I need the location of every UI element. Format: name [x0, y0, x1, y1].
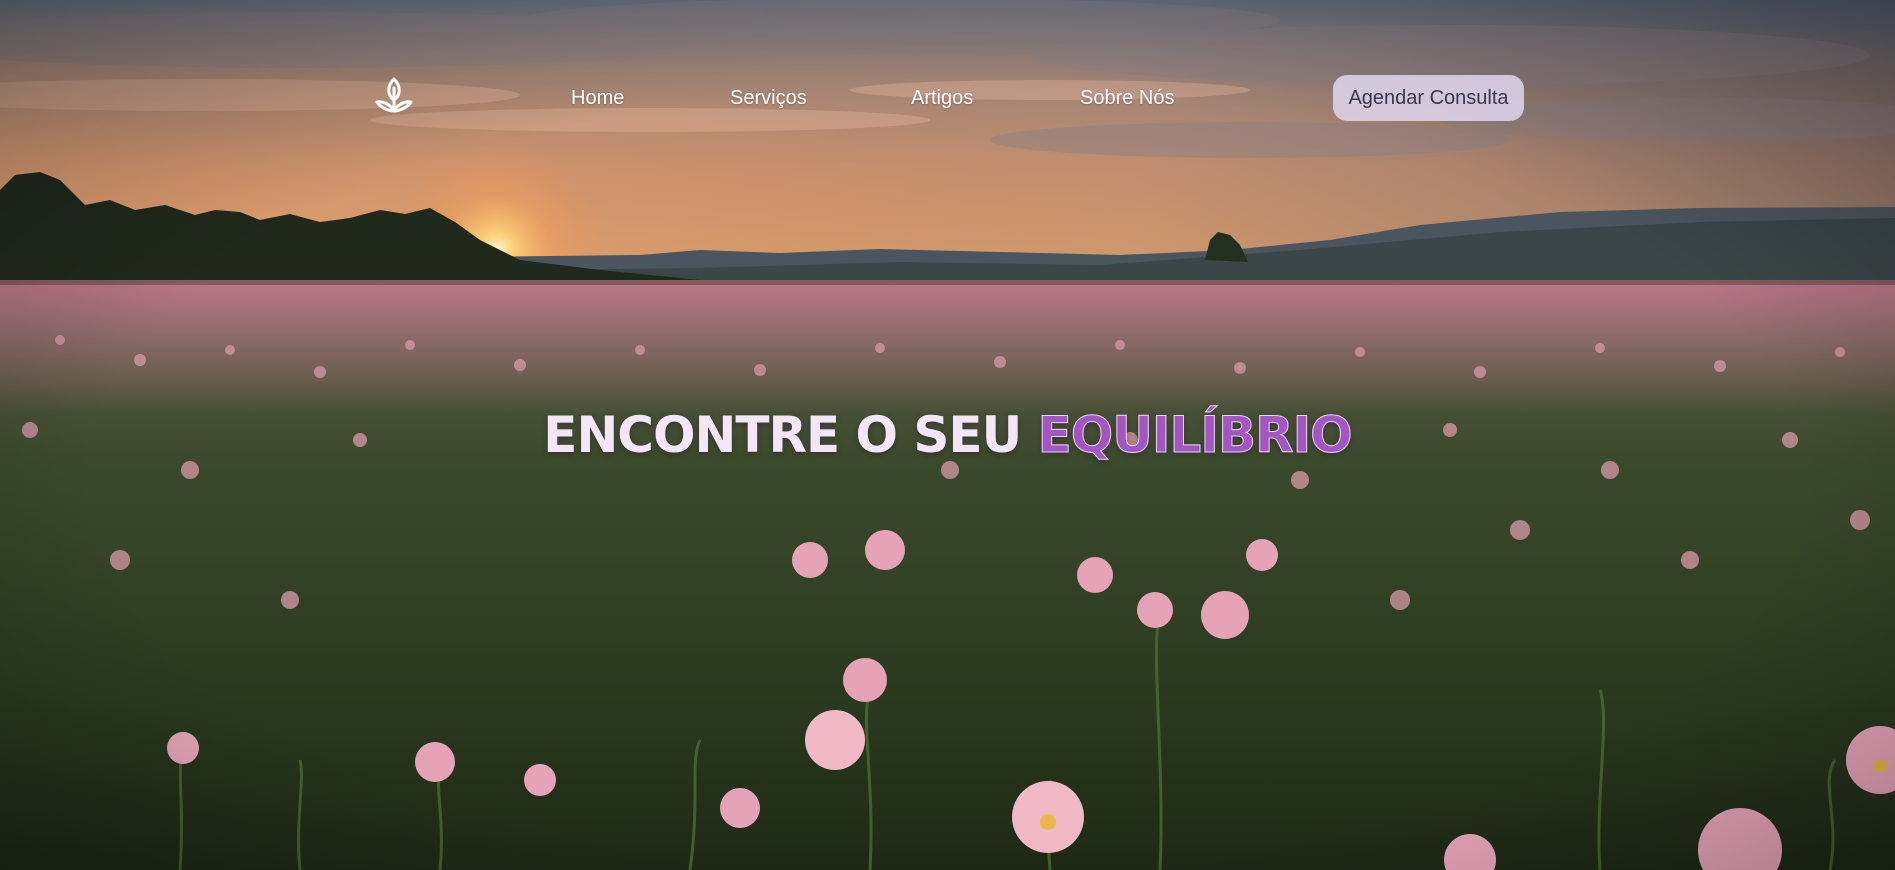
- hero-headline: ENCONTRE O SEU EQUILÍBRIO: [0, 406, 1895, 465]
- nav-link-home[interactable]: Home: [571, 87, 624, 110]
- schedule-consultation-button[interactable]: Agendar Consulta: [1333, 75, 1524, 121]
- nav-link-articles[interactable]: Artigos: [911, 87, 973, 110]
- hero-section: Home Serviços Artigos Sobre Nós Agendar …: [0, 0, 1895, 870]
- nav-link-about[interactable]: Sobre Nós: [1080, 87, 1175, 110]
- logo-sprout-icon[interactable]: [371, 73, 417, 119]
- main-navbar: Home Serviços Artigos Sobre Nós Agendar …: [0, 73, 1895, 123]
- headline-main-text: ENCONTRE O SEU: [543, 406, 1022, 464]
- sprout-lotus-icon: [375, 77, 413, 113]
- nav-link-services[interactable]: Serviços: [730, 87, 807, 110]
- headline-accent-text: EQUILÍBRIO: [1037, 406, 1353, 465]
